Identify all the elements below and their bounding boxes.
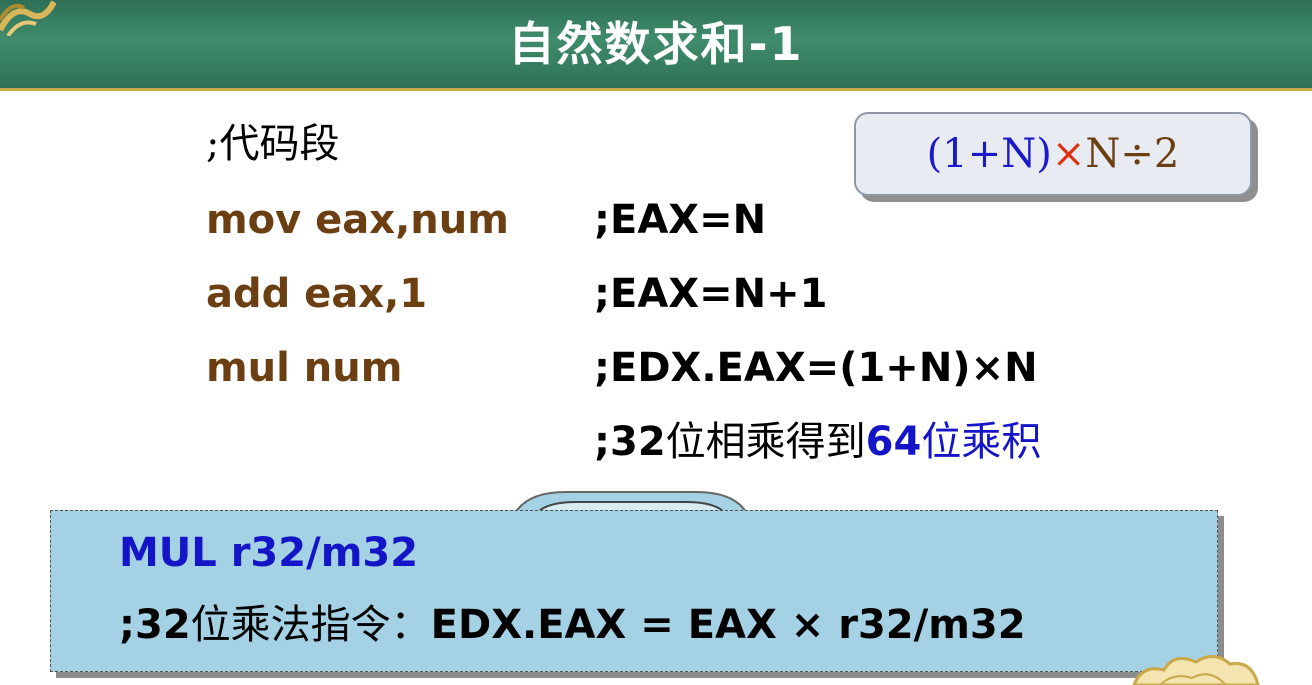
code-instr-3: mul num: [206, 345, 403, 391]
note-num1: 32: [610, 419, 666, 465]
code-comment-2: ;EAX=N+1: [594, 271, 828, 317]
info-description: ;32位乘法指令：EDX.EAX = EAX × r32/m32: [119, 599, 1026, 651]
code-instr-2: add eax,1: [206, 271, 428, 317]
info-desc-cn: 位乘法指令：: [190, 602, 431, 648]
code-section-comment: ;代码段: [206, 118, 339, 170]
info-desc-expr: EDX.EAX = EAX × r32/m32: [430, 602, 1026, 648]
code-comment-1: ;EAX=N: [594, 197, 767, 243]
note-prefix: ;: [594, 419, 610, 465]
title-rule: [0, 88, 1312, 91]
formula-box: (1+N)×N÷2: [854, 112, 1252, 196]
note-text1: 位相乘得到: [665, 419, 866, 465]
formula-op: ×: [1051, 131, 1086, 177]
page-title: 自然数求和-1: [508, 17, 804, 71]
info-desc-prefix: ;32: [119, 602, 191, 648]
info-box: MUL r32/m32 ;32位乘法指令：EDX.EAX = EAX × r32…: [50, 510, 1218, 672]
cloud-ornament-icon: [1132, 655, 1260, 685]
code-comment-3: ;EDX.EAX=(1+N)×N: [594, 345, 1038, 391]
code-note: ;32位相乘得到64位乘积: [594, 416, 1041, 468]
note-text2: 位乘积: [921, 419, 1042, 465]
formula-part1: (1+N): [926, 131, 1052, 177]
note-num2: 64: [865, 419, 922, 465]
formula-text: (1+N)×N÷2: [856, 128, 1250, 180]
code-instr-1: mov eax,num: [206, 197, 509, 243]
formula-part2: N÷2: [1085, 131, 1180, 177]
section-comment-text: ;代码段: [206, 121, 340, 167]
info-instruction: MUL r32/m32: [119, 530, 419, 576]
